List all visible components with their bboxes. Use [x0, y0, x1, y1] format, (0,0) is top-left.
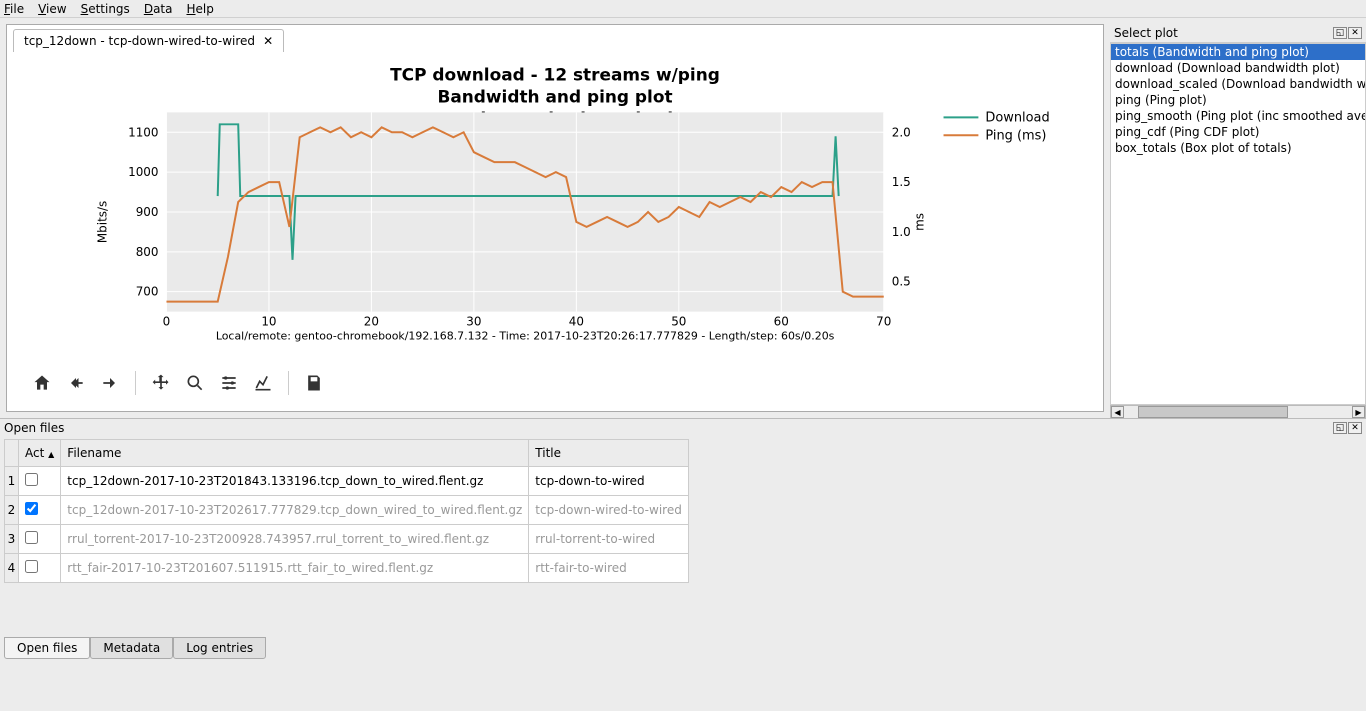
- chart-footer: Local/remote: gentoo-chromebook/192.168.…: [216, 329, 835, 342]
- plot-list[interactable]: totals (Bandwidth and ping plot)download…: [1110, 43, 1366, 405]
- select-plot-header: Select plot ◱ ✕: [1110, 24, 1366, 43]
- row-number: 4: [5, 554, 19, 583]
- plot-item[interactable]: ping_smooth (Ping plot (inc smoothed ave…: [1111, 108, 1365, 124]
- row-number: 1: [5, 467, 19, 496]
- plot-item[interactable]: download_scaled (Download bandwidth w/ax…: [1111, 76, 1365, 92]
- menu-view[interactable]: View: [38, 2, 66, 15]
- col-title[interactable]: Title: [529, 440, 689, 467]
- svg-text:2.0: 2.0: [892, 125, 911, 139]
- svg-text:900: 900: [136, 205, 159, 219]
- svg-text:1.5: 1.5: [892, 175, 911, 189]
- zoom-icon[interactable]: [178, 368, 212, 398]
- act-checkbox[interactable]: [25, 560, 38, 573]
- cell-filename: tcp_12down-2017-10-23T201843.133196.tcp_…: [61, 467, 529, 496]
- chart-title-1: TCP download - 12 streams w/ping: [390, 64, 720, 84]
- svg-text:700: 700: [136, 285, 159, 299]
- col-filename[interactable]: Filename: [61, 440, 529, 467]
- menu-file[interactable]: File: [4, 2, 24, 15]
- act-checkbox[interactable]: [25, 531, 38, 544]
- svg-text:1000: 1000: [128, 165, 158, 179]
- cell-act[interactable]: [19, 525, 61, 554]
- detach-files-icon[interactable]: ◱: [1333, 422, 1347, 434]
- scroll-left-icon[interactable]: ◀: [1111, 406, 1124, 418]
- plot-item[interactable]: totals (Bandwidth and ping plot): [1111, 44, 1365, 60]
- close-files-icon[interactable]: ✕: [1348, 422, 1362, 434]
- svg-text:20: 20: [364, 315, 379, 329]
- plot-item[interactable]: box_totals (Box plot of totals): [1111, 140, 1365, 156]
- svg-text:10: 10: [261, 315, 276, 329]
- svg-text:0: 0: [163, 315, 171, 329]
- close-icon[interactable]: ✕: [263, 34, 273, 48]
- tab-label: tcp_12down - tcp-down-wired-to-wired: [24, 34, 255, 48]
- plot-toolbar: [7, 362, 1103, 404]
- menu-settings[interactable]: Settings: [81, 2, 130, 15]
- forward-icon[interactable]: [93, 368, 127, 398]
- ylabel-left: Mbits/s: [96, 201, 110, 243]
- legend-download: Download: [985, 110, 1049, 125]
- svg-text:0.5: 0.5: [892, 275, 911, 289]
- svg-text:1100: 1100: [128, 125, 158, 139]
- pan-icon[interactable]: [144, 368, 178, 398]
- open-files-header: Open files ◱ ✕: [0, 419, 1366, 437]
- chart-title-2: Bandwidth and ping plot: [437, 86, 672, 106]
- svg-text:40: 40: [569, 315, 584, 329]
- scroll-thumb[interactable]: [1138, 406, 1288, 418]
- sort-asc-icon: ▲: [48, 450, 54, 459]
- detach-icon[interactable]: ◱: [1333, 27, 1347, 39]
- svg-text:1.0: 1.0: [892, 225, 911, 239]
- plot-item[interactable]: ping (Ping plot): [1111, 92, 1365, 108]
- file-table: Act ▲ Filename Title 1 tcp_12down-2017-10…: [4, 439, 689, 583]
- edit-axes-icon[interactable]: [246, 368, 280, 398]
- tab-open-files[interactable]: Open files: [4, 637, 90, 659]
- svg-text:60: 60: [774, 315, 789, 329]
- chart: TCP download - 12 streams w/ping Bandwid…: [27, 62, 1083, 352]
- table-row[interactable]: 1 tcp_12down-2017-10-23T201843.133196.tcp…: [5, 467, 689, 496]
- cell-act[interactable]: [19, 554, 61, 583]
- col-rownum[interactable]: [5, 440, 19, 467]
- svg-text:70: 70: [876, 315, 891, 329]
- cell-filename: tcp_12down-2017-10-23T202617.777829.tcp_…: [61, 496, 529, 525]
- scroll-right-icon[interactable]: ▶: [1352, 406, 1365, 418]
- select-plot-title: Select plot: [1114, 26, 1178, 40]
- cell-filename: rrul_torrent-2017-10-23T200928.743957.rr…: [61, 525, 529, 554]
- row-number: 2: [5, 496, 19, 525]
- plot-tab[interactable]: tcp_12down - tcp-down-wired-to-wired ✕: [13, 29, 284, 52]
- cell-filename: rtt_fair-2017-10-23T201607.511915.rtt_fa…: [61, 554, 529, 583]
- cell-act[interactable]: [19, 496, 61, 525]
- svg-text:50: 50: [671, 315, 686, 329]
- cell-title: rrul-torrent-to-wired: [529, 525, 689, 554]
- save-icon[interactable]: [297, 368, 331, 398]
- svg-text:800: 800: [136, 245, 159, 259]
- table-row[interactable]: 4 rtt_fair-2017-10-23T201607.511915.rtt_f…: [5, 554, 689, 583]
- plot-area: tcp_12down - tcp-down-wired-to-wired ✕ T…: [6, 24, 1104, 412]
- ylabel-right: ms: [913, 213, 927, 231]
- close-panel-icon[interactable]: ✕: [1348, 27, 1362, 39]
- menu-data[interactable]: Data: [144, 2, 173, 15]
- cell-title: rtt-fair-to-wired: [529, 554, 689, 583]
- tab-log-entries[interactable]: Log entries: [173, 637, 266, 659]
- menubar: File View Settings Data Help: [0, 0, 1366, 18]
- plot-item[interactable]: download (Download bandwidth plot): [1111, 60, 1365, 76]
- svg-text:30: 30: [466, 315, 481, 329]
- col-act[interactable]: Act ▲: [19, 440, 61, 467]
- back-icon[interactable]: [59, 368, 93, 398]
- menu-help[interactable]: Help: [186, 2, 213, 15]
- cell-title: tcp-down-to-wired: [529, 467, 689, 496]
- act-checkbox[interactable]: [25, 473, 38, 486]
- table-row[interactable]: 2 tcp_12down-2017-10-23T202617.777829.tcp…: [5, 496, 689, 525]
- open-files-title: Open files: [4, 421, 64, 435]
- plot-item[interactable]: ping_cdf (Ping CDF plot): [1111, 124, 1365, 140]
- hscrollbar[interactable]: ◀ ▶: [1110, 405, 1366, 419]
- configure-icon[interactable]: [212, 368, 246, 398]
- tab-metadata[interactable]: Metadata: [90, 637, 173, 659]
- row-number: 3: [5, 525, 19, 554]
- cell-act[interactable]: [19, 467, 61, 496]
- legend-ping: Ping (ms): [985, 128, 1046, 143]
- home-icon[interactable]: [25, 368, 59, 398]
- table-row[interactable]: 3 rrul_torrent-2017-10-23T200928.743957.r…: [5, 525, 689, 554]
- act-checkbox[interactable]: [25, 502, 38, 515]
- cell-title: tcp-down-wired-to-wired: [529, 496, 689, 525]
